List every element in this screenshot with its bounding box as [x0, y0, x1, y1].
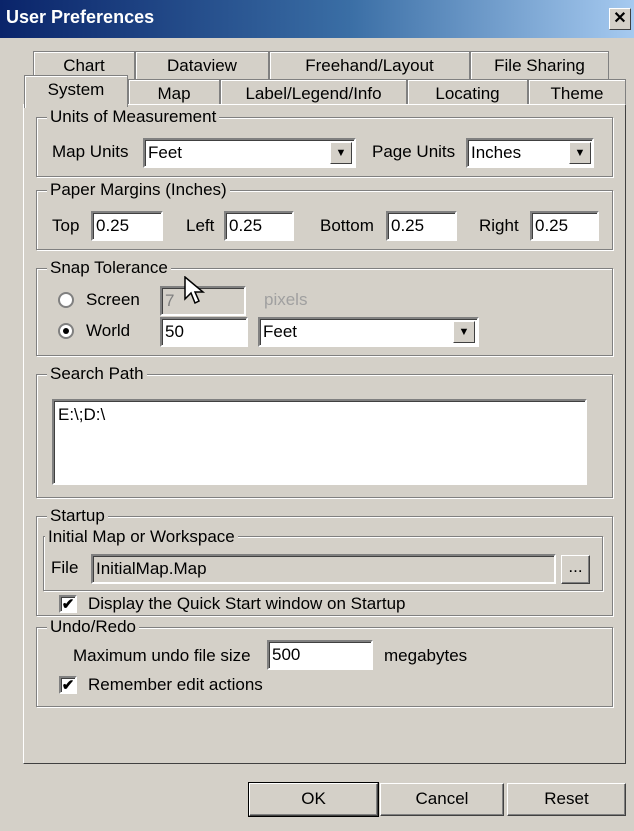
mouse-pointer-icon [184, 276, 206, 305]
megabytes-label: megabytes [384, 646, 468, 665]
file-label: File [51, 558, 79, 577]
snap-world-units-value: Feet [263, 322, 298, 341]
initial-map-legend: Initial Map or Workspace [45, 527, 238, 547]
max-undo-field[interactable]: 500 [267, 640, 373, 670]
snap-world-units-select[interactable]: Feet [258, 317, 479, 347]
margin-right-label: Right [479, 216, 519, 235]
startup-legend: Startup [47, 506, 108, 526]
margin-right-field[interactable]: 0.25 [530, 211, 599, 241]
browse-button[interactable]: ... [561, 555, 590, 584]
page-units-label: Page Units [372, 142, 456, 161]
search-path-legend: Search Path [47, 364, 147, 384]
undo-legend: Undo/Redo [47, 617, 140, 637]
snap-world-label: World [86, 321, 131, 340]
tab-file-sharing[interactable]: File Sharing [470, 51, 609, 80]
snap-screen-radio[interactable] [58, 292, 74, 308]
ok-button[interactable]: OK [248, 782, 379, 817]
tab-system[interactable]: System [24, 75, 128, 108]
margin-bottom-label: Bottom [320, 216, 374, 235]
max-undo-label: Maximum undo file size [73, 646, 251, 665]
map-units-select[interactable]: Feet [143, 138, 356, 168]
search-path-textarea[interactable]: E:\;D:\ [52, 399, 587, 485]
page-units-chevron-down-icon[interactable]: ▼ [569, 142, 591, 164]
tab-freehand-layout[interactable]: Freehand/Layout [269, 51, 470, 80]
page-units-value: Inches [471, 143, 522, 162]
initial-file-field[interactable]: InitialMap.Map [91, 554, 556, 584]
margin-top-label: Top [52, 216, 80, 235]
reset-button[interactable]: Reset [507, 783, 626, 816]
cancel-button[interactable]: Cancel [380, 783, 504, 816]
snap-world-radio[interactable] [58, 323, 74, 339]
snap-world-field[interactable]: 50 [160, 317, 248, 347]
margin-left-field[interactable]: 0.25 [224, 211, 294, 241]
snap-legend: Snap Tolerance [47, 258, 171, 278]
snap-screen-label: Screen [86, 290, 140, 309]
map-units-label: Map Units [52, 142, 129, 161]
margin-top-field[interactable]: 0.25 [91, 211, 163, 241]
quickstart-label: Display the Quick Start window on Startu… [88, 594, 406, 613]
close-button[interactable]: ✕ [609, 8, 631, 30]
quickstart-checkbox[interactable]: ✔ [59, 595, 77, 613]
map-units-chevron-down-icon[interactable]: ▼ [330, 142, 352, 164]
margins-legend: Paper Margins (Inches) [47, 180, 230, 200]
pixels-label: pixels [264, 290, 308, 309]
map-units-value: Feet [148, 143, 183, 162]
margin-bottom-field[interactable]: 0.25 [386, 211, 457, 241]
tab-dataview[interactable]: Dataview [135, 51, 269, 80]
remember-edits-label: Remember edit actions [88, 675, 263, 694]
remember-edits-checkbox[interactable]: ✔ [59, 676, 77, 694]
margin-left-label: Left [186, 216, 215, 235]
units-legend: Units of Measurement [47, 107, 220, 127]
snap-units-chevron-down-icon[interactable]: ▼ [453, 321, 475, 343]
window-title: User Preferences [6, 7, 155, 27]
